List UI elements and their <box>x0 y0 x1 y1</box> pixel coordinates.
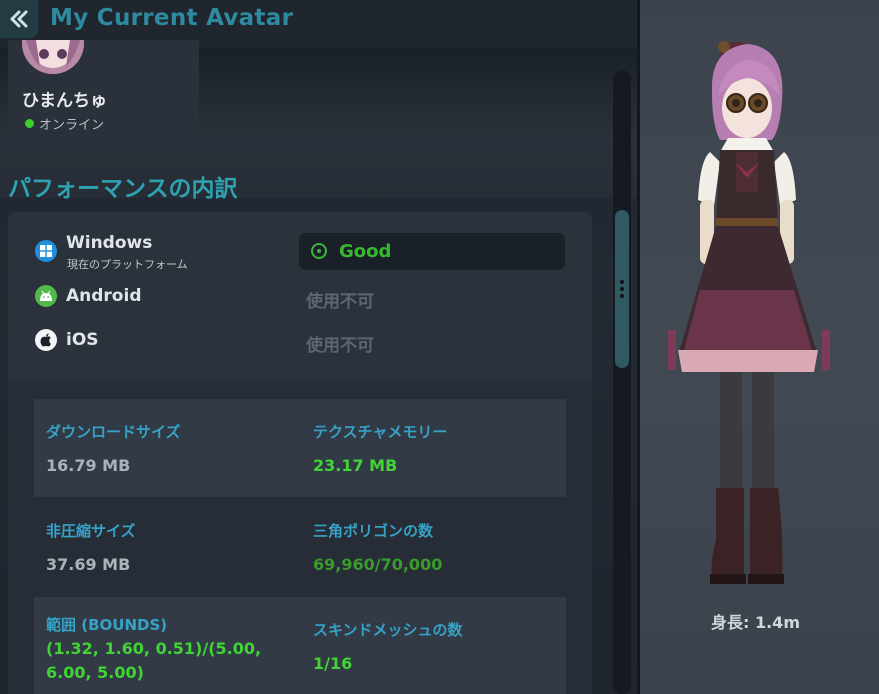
current-platform-label: 現在のプラットフォーム <box>67 258 188 271</box>
stat-label: 三角ポリゴンの数 <box>313 522 434 540</box>
platform-name-ios: iOS <box>66 330 99 350</box>
stat-label: スキンドメッシュの数 <box>313 621 463 639</box>
avatar <box>22 40 84 74</box>
section-title: パフォーマンスの内訳 <box>8 176 238 202</box>
stat-label: 範囲 (BOUNDS) <box>46 616 168 634</box>
rating-circle-icon <box>311 243 327 259</box>
scrollbar-track[interactable] <box>613 70 631 694</box>
user-card[interactable]: ひまんちゅ オンライン <box>8 40 199 148</box>
platform-name-windows: Windows <box>66 233 153 253</box>
back-button[interactable] <box>0 0 38 38</box>
stat-label: ダウンロードサイズ <box>46 423 181 441</box>
stat-value: 37.69 MB <box>46 555 131 574</box>
double-chevron-left-icon <box>10 10 28 28</box>
android-icon <box>35 285 57 307</box>
stat-row: ダウンロードサイズ 16.79 MB テクスチャメモリー 23.17 MB <box>34 399 566 497</box>
platform-name-android: Android <box>66 286 142 306</box>
status-text: オンライン <box>39 118 105 133</box>
stat-row: 非圧縮サイズ 37.69 MB 三角ポリゴンの数 69,960/70,000 <box>34 498 566 596</box>
avatar-preview-panel: 身長: 1.4m <box>640 0 879 694</box>
rating-text-android: 使用不可 <box>306 292 374 312</box>
rating-text-windows: Good <box>339 241 392 262</box>
windows-icon <box>35 240 57 262</box>
apple-icon <box>35 329 57 351</box>
platform-list: Windows 現在のプラットフォーム Good Android 使用不可 iO… <box>8 212 592 380</box>
bounds-value: (1.32, 1.60, 0.51)/(5.00, 6.00, 5.00) <box>46 637 261 685</box>
page-title: My Current Avatar <box>50 5 294 31</box>
performance-panel: My Current Avatar ひまんちゅ オンライン パフォーマンスの内訳 <box>0 0 637 694</box>
rating-badge-windows: Good <box>299 233 565 270</box>
stat-value: 16.79 MB <box>46 456 131 475</box>
online-status-dot <box>25 119 34 128</box>
scrollbar-grip-icon <box>620 280 624 298</box>
stat-value: 23.17 MB <box>313 456 398 475</box>
stat-row: 範囲 (BOUNDS) (1.32, 1.60, 0.51)/(5.00, 6.… <box>34 597 566 694</box>
bounds-line-2: 6.00, 5.00) <box>46 663 144 682</box>
rating-text-ios: 使用不可 <box>306 336 374 356</box>
bounds-line-1: (1.32, 1.60, 0.51)/(5.00, <box>46 639 262 658</box>
stats-area: ダウンロードサイズ 16.79 MB テクスチャメモリー 23.17 MB 非圧… <box>8 380 592 694</box>
stat-value: 69,960/70,000 <box>313 555 443 574</box>
user-name: ひまんちゅ <box>22 91 107 111</box>
avatar-preview-image[interactable] <box>640 0 879 600</box>
stat-label: テクスチャメモリー <box>313 423 448 441</box>
stat-value: 1/16 <box>313 654 353 673</box>
stat-label: 非圧縮サイズ <box>46 522 136 540</box>
avatar-height-label: 身長: 1.4m <box>711 613 800 632</box>
